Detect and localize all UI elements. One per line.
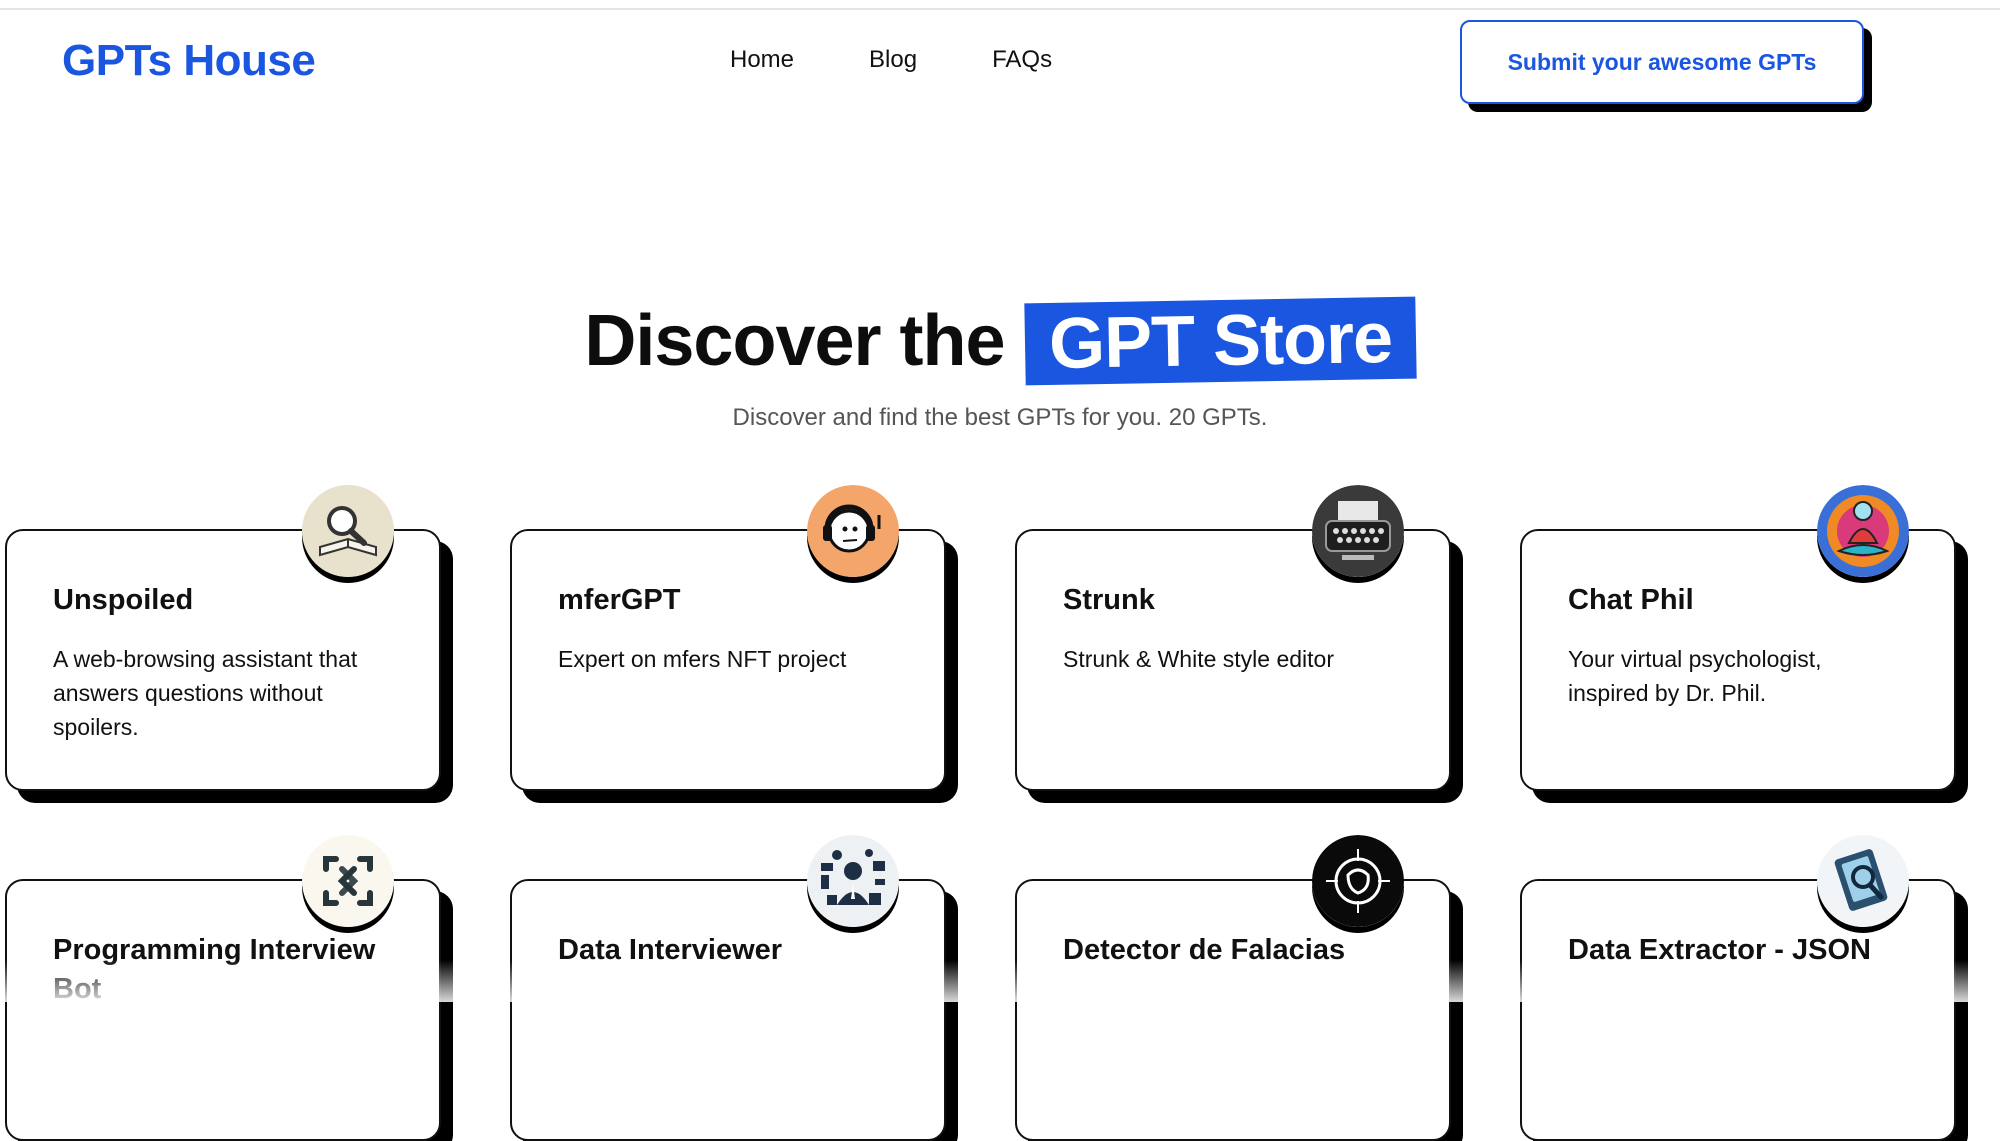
gpt-card-body[interactable]: Unspoiled A web-browsing assistant that …: [5, 529, 441, 791]
nav-home-link[interactable]: Home: [730, 46, 794, 74]
gpt-card-description: Your virtual psychologist, inspired by D…: [1568, 646, 1822, 707]
submit-gpts-button[interactable]: Submit your awesome GPTs: [1460, 20, 1864, 104]
typewriter-icon: [1312, 485, 1404, 577]
gpt-card-body[interactable]: Chat Phil Your virtual psychologist, ins…: [1520, 529, 1956, 791]
gpt-card-body[interactable]: Data Interviewer: [510, 879, 946, 1141]
gpt-card-grid: Unspoiled A web-browsing assistant that …: [5, 485, 1995, 1141]
code-scan-icon: [302, 835, 394, 927]
gpt-card-body[interactable]: Detector de Falacias: [1015, 879, 1451, 1141]
headphones-mfer-icon: [807, 485, 899, 577]
target-fallacy-icon: [1312, 835, 1404, 927]
gpt-card-title: Strunk: [1063, 584, 1155, 616]
gpt-card-description: Expert on mfers NFT project: [558, 646, 847, 673]
gpt-card-body[interactable]: Data Extractor - JSON: [1520, 879, 1956, 1141]
gpt-card-title: mferGPT: [558, 584, 681, 616]
bottom-fade: [0, 960, 2000, 1002]
hero-subtitle: Discover and find the best GPTs for you.…: [732, 404, 1268, 431]
gpt-card-body[interactable]: mferGPT Expert on mfers NFT project: [510, 529, 946, 791]
gpt-card[interactable]: Strunk Strunk & White style editor: [1015, 485, 1451, 791]
gpt-card-description: A web-browsing assistant that answers qu…: [53, 646, 358, 741]
gpt-card-body[interactable]: Strunk Strunk & White style editor: [1015, 529, 1451, 791]
document-search-icon: [1817, 835, 1909, 927]
book-magnifier-icon: [302, 485, 394, 577]
gpt-card-title: Unspoiled: [53, 584, 194, 616]
hero-title-highlight: GPT Store: [1023, 296, 1417, 386]
site-header: GPTs House Home Blog FAQs Submit your aw…: [0, 0, 2000, 120]
hero-title-prefix: Discover the: [584, 301, 1005, 381]
nav-blog-link[interactable]: Blog: [869, 46, 917, 74]
gpt-card[interactable]: Unspoiled A web-browsing assistant that …: [5, 485, 441, 791]
data-collage-icon: [807, 835, 899, 927]
hero-section: Discover the GPT Store: [0, 296, 2000, 386]
main-nav: Home Blog FAQs: [730, 46, 1052, 74]
site-logo[interactable]: GPTs House: [62, 36, 316, 86]
hero-title: Discover the GPT Store: [584, 296, 1417, 386]
meditating-figure-icon: [1817, 485, 1909, 577]
gpt-card-description: Strunk & White style editor: [1063, 646, 1334, 673]
gpt-card-title: Chat Phil: [1568, 584, 1694, 616]
nav-faqs-link[interactable]: FAQs: [992, 46, 1052, 74]
gpt-card[interactable]: mferGPT Expert on mfers NFT project: [510, 485, 946, 791]
gpt-card[interactable]: Chat Phil Your virtual psychologist, ins…: [1520, 485, 1956, 791]
gpt-card-body[interactable]: Programming Interview Bot: [5, 879, 441, 1141]
